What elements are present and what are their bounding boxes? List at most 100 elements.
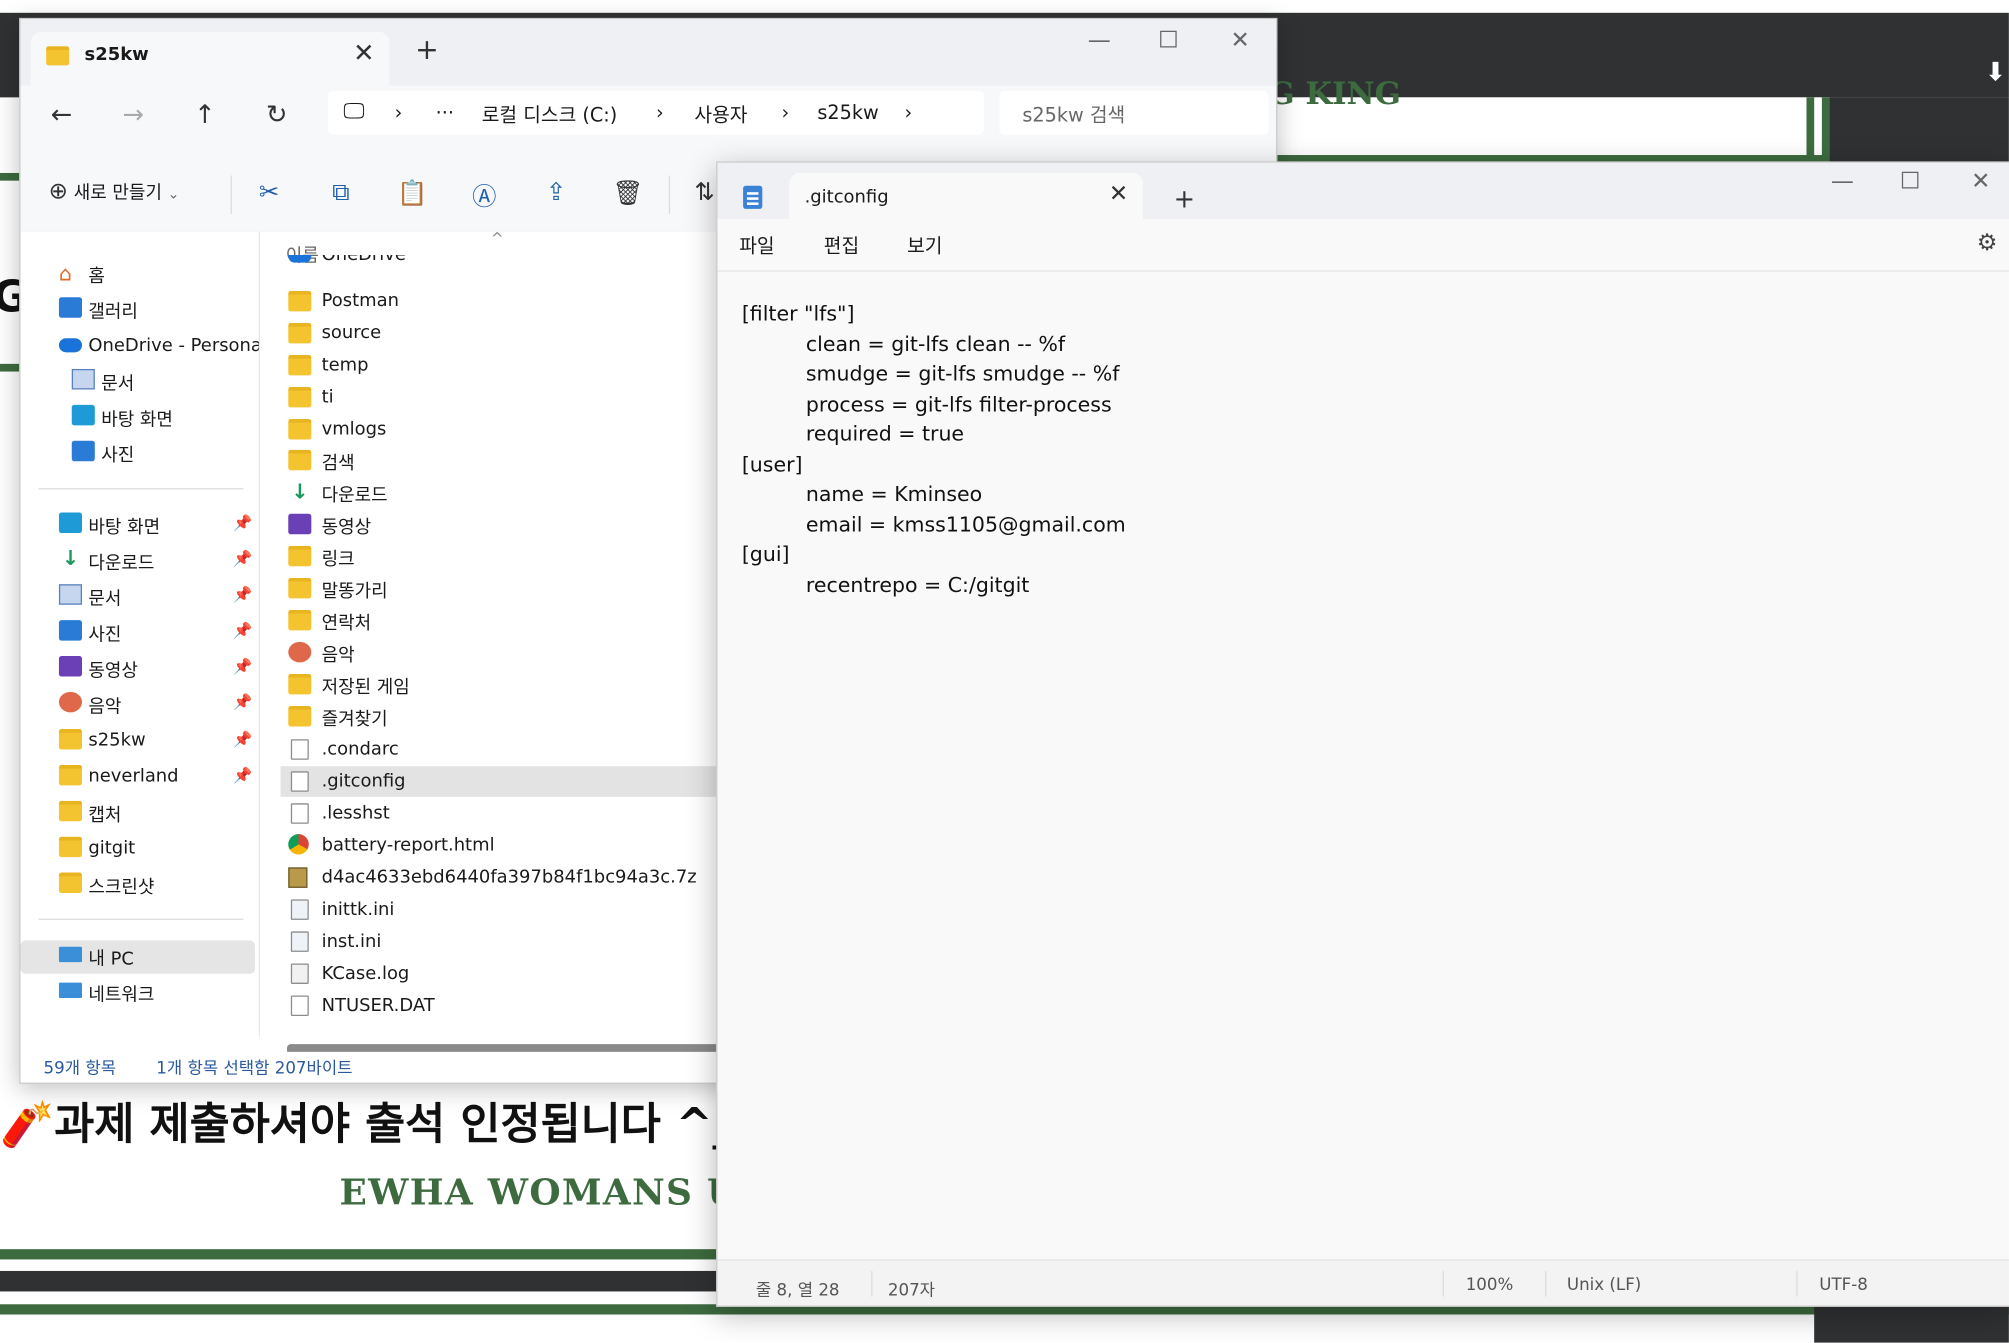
maximize-button[interactable]: ☐ (1143, 27, 1194, 54)
sidebar-item-quick-s25kw[interactable]: s25kw 📌 (20, 725, 254, 758)
rename-icon[interactable]: Ⓐ (466, 178, 502, 213)
list-item[interactable]: 즐겨찾기 (281, 701, 722, 732)
file-name: NTUSER.DAT (321, 995, 435, 1016)
list-item[interactable]: battery-report.html (281, 830, 722, 861)
paste-icon[interactable]: 📋 (395, 178, 431, 207)
list-item[interactable]: .condarc (281, 734, 722, 765)
sidebar-item-quick-downloads[interactable]: ↓ 다운로드 📌 (20, 545, 254, 578)
list-item[interactable]: inittk.ini (281, 894, 722, 925)
list-item[interactable]: 저장된 게임 (281, 669, 722, 700)
download-icon[interactable]: ⬇ (1985, 56, 2006, 87)
breadcrumb-local-disk[interactable]: 로컬 디스크 (C:) (482, 101, 618, 128)
minimize-button[interactable]: — (1074, 27, 1125, 54)
new-button[interactable]: ⊕ 새로 만들기 ⌄ (49, 178, 180, 205)
list-item[interactable]: 말똥가리 (281, 573, 722, 604)
sidebar-item-quick-capture[interactable]: 캡처 (20, 797, 254, 830)
new-tab-button[interactable]: + (415, 35, 439, 67)
close-window-button[interactable]: ✕ (1955, 168, 2006, 195)
pin-icon[interactable]: 📌 (233, 657, 252, 675)
list-item[interactable]: temp (281, 350, 722, 381)
minimize-button[interactable]: — (1817, 168, 1868, 195)
pin-icon[interactable]: 📌 (233, 550, 252, 568)
delete-icon[interactable]: 🗑 (610, 178, 646, 207)
list-item[interactable]: NTUSER.DAT (281, 990, 722, 1021)
pin-icon[interactable]: 📌 (233, 586, 252, 604)
encoding[interactable]: UTF-8 (1819, 1276, 1868, 1295)
item-count: 59개 항목 (43, 1059, 117, 1079)
settings-file-icon (290, 899, 309, 920)
list-item[interactable]: ti (281, 382, 722, 413)
sidebar-item-documents[interactable]: 문서 (20, 365, 254, 398)
back-arrow-icon[interactable]: ← (41, 99, 82, 130)
pin-icon[interactable]: 📌 (233, 621, 252, 639)
share-icon[interactable]: ⇪ (538, 178, 574, 206)
video-icon (288, 513, 312, 535)
notepad-status-bar: 줄 8, 열 28 207자 100% Unix (LF) UTF-8 (717, 1259, 2009, 1306)
menu-view[interactable]: 보기 (907, 232, 942, 259)
cut-icon[interactable]: ✂ (251, 178, 287, 206)
sidebar-item-quick-videos[interactable]: 동영상 📌 (20, 652, 254, 685)
sidebar-item-quick-neverland[interactable]: neverland 📌 (20, 761, 254, 794)
list-item-selected[interactable]: .gitconfig (280, 766, 722, 797)
list-item[interactable]: d4ac4633ebd6440fa397b84f1bc94a3c.7z (281, 862, 722, 893)
list-item[interactable]: .lesshst (281, 798, 722, 829)
sidebar-item-this-pc[interactable]: 내 PC (20, 940, 255, 974)
sidebar-item-quick-desktop[interactable]: 바탕 화면 📌 (20, 509, 254, 542)
copy-icon[interactable]: ⧉ (323, 178, 359, 206)
breadcrumb-more[interactable]: ··· (436, 101, 454, 124)
pin-icon[interactable]: 📌 (233, 514, 252, 532)
maximize-button[interactable]: ☐ (1885, 168, 1936, 195)
pin-icon[interactable]: 📌 (233, 693, 252, 711)
list-item[interactable]: OneDrive (281, 254, 722, 270)
address-bar[interactable]: 🖵 › ··· 로컬 디스크 (C:) › 사용자 › s25kw › (327, 90, 984, 135)
list-item[interactable]: 검색 (281, 445, 722, 476)
list-item[interactable]: source (281, 318, 722, 349)
list-item[interactable]: 링크 (281, 541, 722, 572)
list-item[interactable]: ↓ 다운로드 (281, 477, 722, 508)
file-name: inittk.ini (321, 899, 395, 920)
sidebar-item-quick-screenshots[interactable]: 스크린샷 (20, 869, 254, 902)
menu-edit[interactable]: 편집 (824, 232, 859, 259)
sidebar-item-gallery[interactable]: 갤러리 (20, 293, 254, 326)
notepad-tab[interactable]: .gitconfig ✕ (789, 172, 1143, 220)
refresh-icon[interactable]: ↻ (256, 99, 297, 130)
text-line: name = Kminseo (805, 481, 983, 507)
breadcrumb-users[interactable]: 사용자 (694, 101, 747, 128)
list-item[interactable]: vmlogs (281, 414, 722, 445)
list-item[interactable]: KCase.log (281, 958, 722, 989)
list-item[interactable]: 연락처 (281, 605, 722, 636)
close-window-button[interactable]: ✕ (1215, 27, 1266, 54)
sidebar-item-quick-pictures[interactable]: 사진 📌 (20, 616, 254, 649)
gear-icon[interactable]: ⚙ (1977, 229, 1998, 256)
sidebar-item-quick-music[interactable]: 음악 📌 (20, 688, 254, 721)
close-tab-icon[interactable]: ✕ (1102, 181, 1135, 208)
pin-icon[interactable]: 📌 (233, 730, 252, 748)
sidebar-item-onedrive[interactable]: OneDrive - Personal (20, 331, 267, 364)
sidebar-item-quick-documents[interactable]: 문서 📌 (20, 580, 254, 613)
close-tab-icon[interactable]: ✕ (346, 37, 382, 68)
sidebar-item-pictures[interactable]: 사진 (20, 437, 254, 470)
chevron-right-icon: › (781, 101, 790, 125)
zoom-level[interactable]: 100% (1466, 1276, 1514, 1295)
sidebar-item-quick-gitgit[interactable]: gitgit (20, 833, 254, 866)
menu-file[interactable]: 파일 (739, 232, 774, 259)
list-item[interactable]: Postman (281, 286, 722, 317)
forward-arrow-icon[interactable]: → (113, 99, 154, 130)
text-editor[interactable]: [filter "lfs"] clean = git-lfs clean -- … (742, 299, 1126, 600)
new-tab-button[interactable]: + (1174, 183, 1195, 214)
up-arrow-icon[interactable]: ↑ (184, 99, 225, 130)
line-ending[interactable]: Unix (LF) (1567, 1276, 1641, 1295)
explorer-tab[interactable]: s25kw ✕ (30, 32, 390, 86)
list-item[interactable]: inst.ini (281, 926, 722, 957)
folder-icon (288, 354, 312, 376)
breadcrumb-user-folder[interactable]: s25kw (817, 101, 878, 124)
sidebar-item-network[interactable]: 네트워크 (20, 976, 254, 1009)
file-icon (290, 995, 309, 1016)
pin-icon[interactable]: 📌 (233, 766, 252, 784)
sidebar-item-home[interactable]: ⌂ 홈 (20, 258, 254, 291)
list-item[interactable]: 음악 (281, 637, 722, 668)
list-item[interactable]: 동영상 (281, 509, 722, 540)
text-line: smudge = git-lfs smudge -- %f (805, 361, 1120, 386)
search-input[interactable]: s25kw 검색 (999, 90, 1269, 135)
sidebar-item-desktop[interactable]: 바탕 화면 (20, 401, 254, 434)
